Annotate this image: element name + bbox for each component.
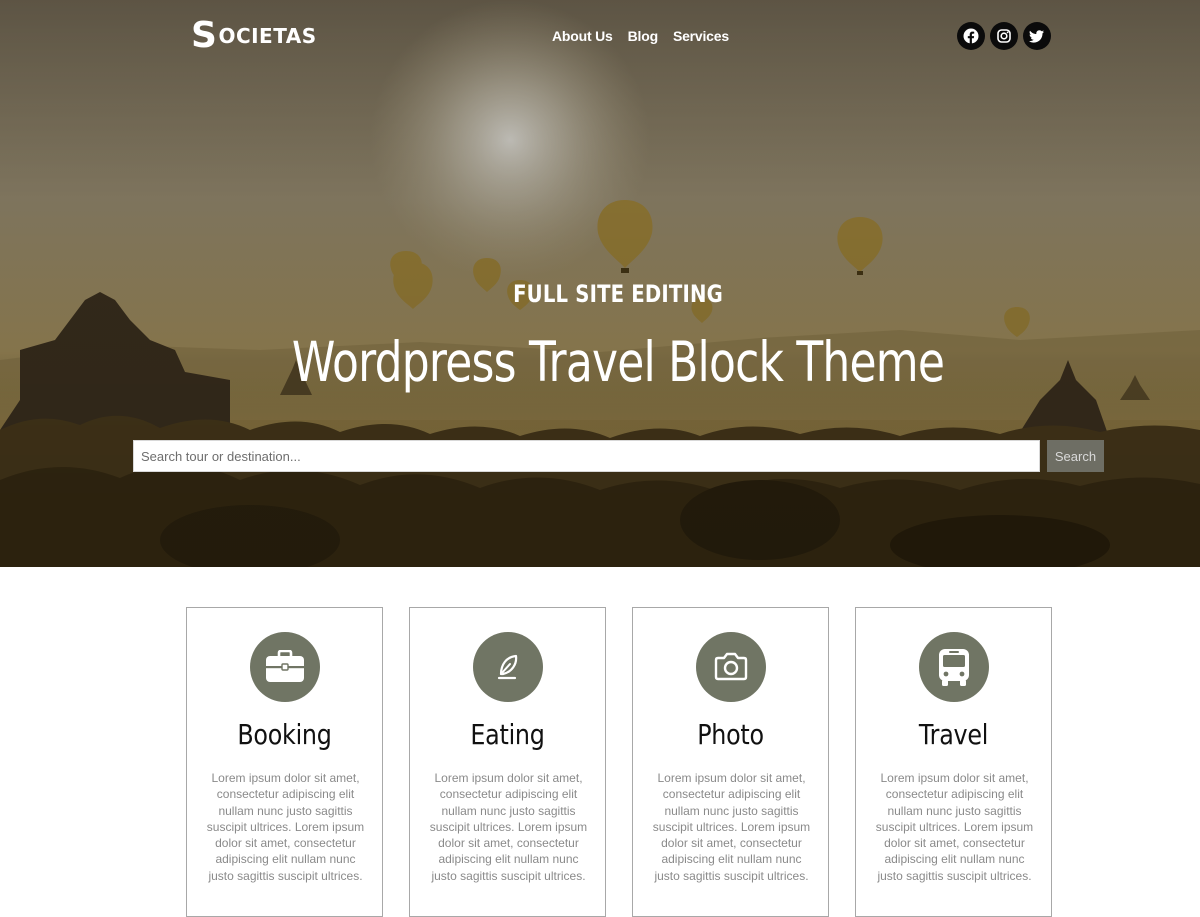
card-icon-circle — [696, 632, 766, 702]
site-header: SOCIETAS About Us Blog Services — [0, 0, 1200, 74]
nav-link-about-us[interactable]: About Us — [552, 28, 613, 44]
social-links — [957, 22, 1051, 50]
hero-section: SOCIETAS About Us Blog Services FULL SIT… — [0, 0, 1200, 567]
feature-card-travel: Travel Lorem ipsum dolor sit amet, conse… — [855, 607, 1052, 917]
card-text: Lorem ipsum dolor sit amet, consectetur … — [875, 771, 1034, 883]
feature-card-eating: Eating Lorem ipsum dolor sit amet, conse… — [409, 607, 606, 917]
bus-icon — [939, 649, 969, 686]
feather-icon — [497, 654, 518, 680]
twitter-icon — [1029, 30, 1044, 43]
nav-link-blog[interactable]: Blog — [628, 28, 659, 44]
card-title: Photo — [697, 718, 764, 751]
feature-card-photo: Photo Lorem ipsum dolor sit amet, consec… — [632, 607, 829, 917]
logo-initial: S — [191, 15, 218, 56]
hero-kicker: FULL SITE EDITING — [513, 280, 723, 308]
features-section: Booking Lorem ipsum dolor sit amet, cons… — [0, 567, 1200, 917]
card-title: Eating — [470, 718, 545, 751]
card-text: Lorem ipsum dolor sit amet, consectetur … — [206, 771, 365, 883]
briefcase-icon — [266, 650, 304, 682]
feature-card-booking: Booking Lorem ipsum dolor sit amet, cons… — [186, 607, 383, 917]
facebook-link[interactable] — [957, 22, 985, 50]
card-title: Booking — [237, 718, 332, 751]
nav-link-services[interactable]: Services — [673, 28, 729, 44]
card-icon-circle — [250, 632, 320, 702]
primary-nav: About Us Blog Services — [552, 28, 729, 44]
search-form: Search — [133, 440, 1104, 472]
card-title: Travel — [918, 718, 989, 751]
card-icon-circle — [919, 632, 989, 702]
search-button[interactable]: Search — [1047, 440, 1104, 472]
twitter-link[interactable] — [1023, 22, 1051, 50]
logo-wordmark: OCIETAS — [218, 24, 317, 48]
card-text: Lorem ipsum dolor sit amet, consectetur … — [429, 771, 588, 883]
hero-title: Wordpress Travel Block Theme — [291, 330, 945, 394]
site-logo[interactable]: SOCIETAS — [191, 16, 317, 56]
card-text: Lorem ipsum dolor sit amet, consectetur … — [652, 771, 811, 883]
instagram-link[interactable] — [990, 22, 1018, 50]
instagram-icon — [997, 29, 1011, 43]
camera-icon — [714, 652, 748, 681]
search-input[interactable] — [133, 440, 1040, 472]
card-icon-circle — [473, 632, 543, 702]
facebook-icon — [963, 28, 979, 44]
